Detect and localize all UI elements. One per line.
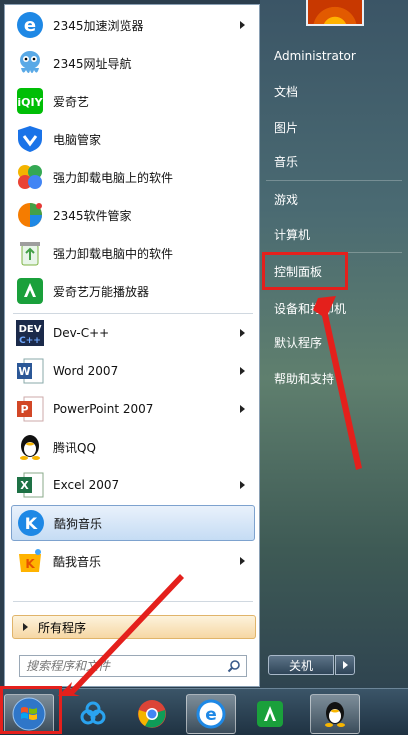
submenu-arrow-icon [240, 481, 245, 489]
program-item-devcpp[interactable]: DEV C++ Dev-C++ [11, 315, 255, 351]
search-input[interactable] [20, 656, 226, 676]
all-programs-button[interactable]: 所有程序 [12, 615, 256, 639]
highlight-box-control-panel [262, 252, 348, 290]
user-name[interactable]: Administrator [274, 49, 356, 63]
svg-text:iQIY: iQIY [17, 96, 43, 109]
svg-text:P: P [20, 403, 28, 416]
qq-penguin-icon [15, 432, 45, 462]
program-label: 酷我音乐 [53, 554, 102, 569]
svg-text:DEV: DEV [19, 324, 42, 335]
program-label: 电脑管家 [53, 132, 102, 147]
program-label: Excel 2007 [53, 478, 120, 492]
program-item-kugou[interactable]: K 酷狗音乐 [11, 505, 255, 541]
clover-icon [15, 162, 45, 192]
taskbar-baidu-netdisk[interactable] [68, 694, 118, 734]
taskbar-chrome[interactable] [127, 694, 177, 734]
right-menu-pane: Administrator 文档 图片 音乐 游戏 计算机 控制面板 设备和打印… [260, 0, 408, 688]
svg-text:K: K [25, 514, 38, 533]
taskbar-iqiyi-player[interactable] [245, 694, 295, 734]
program-label: 2345加速浏览器 [53, 18, 144, 33]
program-item-excel[interactable]: X Excel 2007 [11, 467, 255, 503]
shutdown-button[interactable]: 关机 [268, 655, 334, 675]
program-label: 酷狗音乐 [54, 516, 103, 531]
submenu-arrow-icon [240, 329, 245, 337]
program-item-2345-nav[interactable]: 2345网址导航 [11, 45, 255, 81]
divider [13, 601, 253, 602]
program-item-qq[interactable]: 腾讯QQ [11, 429, 255, 465]
program-list-pane: e 2345加速浏览器 2345网址导航 iQIY 爱奇艺 电脑管家 强力卸载电… [4, 4, 260, 687]
search-field[interactable] [19, 655, 247, 677]
divider [266, 180, 402, 181]
iqiyi-icon: iQIY [15, 86, 45, 116]
program-item-2345-software[interactable]: 2345软件管家 [11, 197, 255, 233]
highlight-box-start-button [0, 686, 62, 734]
arrow-right-icon [23, 623, 28, 631]
program-label: PowerPoint 2007 [53, 402, 154, 416]
powerpoint-icon: P [15, 394, 45, 424]
menu-item-devices-printers[interactable]: 设备和打印机 [274, 300, 346, 317]
search-icon[interactable] [227, 659, 241, 673]
shutdown-options-button[interactable] [335, 655, 355, 675]
program-label: 2345软件管家 [53, 208, 132, 223]
program-label: 强力卸载电脑上的软件 [53, 170, 174, 185]
submenu-arrow-icon [240, 405, 245, 413]
devcpp-icon: DEV C++ [15, 318, 45, 348]
program-item-word[interactable]: W Word 2007 [11, 353, 255, 389]
program-label: Word 2007 [53, 364, 119, 378]
program-label: 爱奇艺 [53, 94, 90, 109]
qq-penguin-icon [325, 702, 345, 727]
user-avatar[interactable] [306, 0, 364, 26]
cloud-icon [80, 701, 106, 725]
kuwo-icon: K [15, 546, 45, 576]
menu-item-documents[interactable]: 文档 [274, 83, 298, 100]
iqiyi-player-icon [257, 701, 283, 727]
svg-text:W: W [18, 365, 30, 378]
program-item-uninstall-1[interactable]: 强力卸载电脑上的软件 [11, 159, 255, 195]
menu-item-default-programs[interactable]: 默认程序 [274, 334, 322, 351]
program-item-pc-manager[interactable]: 电脑管家 [11, 121, 255, 157]
program-label: Dev-C++ [53, 326, 110, 340]
program-label: 强力卸载电脑中的软件 [53, 246, 174, 261]
all-programs-label: 所有程序 [38, 620, 87, 635]
word-icon: W [15, 356, 45, 386]
submenu-arrow-icon [240, 21, 245, 29]
kugou-icon: K [16, 508, 46, 538]
svg-text:e: e [205, 705, 217, 725]
svg-text:e: e [24, 15, 36, 36]
svg-text:K: K [25, 557, 35, 571]
ie-icon: e [196, 699, 226, 729]
submenu-arrow-icon [240, 557, 245, 565]
program-item-uninstall-2[interactable]: 强力卸载电脑中的软件 [11, 235, 255, 271]
software-manager-icon [15, 200, 45, 230]
ie-blue-e-icon: e [15, 10, 45, 40]
divider [13, 313, 253, 314]
program-label: 2345网址导航 [53, 56, 132, 71]
menu-item-help-support[interactable]: 帮助和支持 [274, 370, 334, 387]
menu-item-games[interactable]: 游戏 [274, 191, 298, 208]
program-label: 腾讯QQ [53, 440, 96, 455]
program-item-powerpoint[interactable]: P PowerPoint 2007 [11, 391, 255, 427]
program-label: 爱奇艺万能播放器 [53, 284, 150, 299]
svg-text:C++: C++ [19, 336, 41, 346]
recycle-bin-icon [15, 238, 45, 268]
svg-text:X: X [20, 479, 29, 492]
octopus-mascot-icon [15, 48, 45, 78]
submenu-arrow-icon [240, 367, 245, 375]
excel-icon: X [15, 470, 45, 500]
iqiyi-player-icon [15, 276, 45, 306]
taskbar-ie[interactable]: e [186, 694, 236, 734]
shield-icon [15, 124, 45, 154]
program-item-2345-browser[interactable]: e 2345加速浏览器 [11, 7, 255, 43]
program-item-iqiyi-player[interactable]: 爱奇艺万能播放器 [11, 273, 255, 309]
menu-item-computer[interactable]: 计算机 [274, 226, 310, 243]
taskbar-qq[interactable] [310, 694, 360, 734]
program-item-iqiyi[interactable]: iQIY 爱奇艺 [11, 83, 255, 119]
menu-item-music[interactable]: 音乐 [274, 153, 298, 170]
menu-item-pictures[interactable]: 图片 [274, 119, 298, 136]
program-item-kuwo[interactable]: K 酷我音乐 [11, 543, 255, 579]
chrome-icon [138, 700, 166, 728]
